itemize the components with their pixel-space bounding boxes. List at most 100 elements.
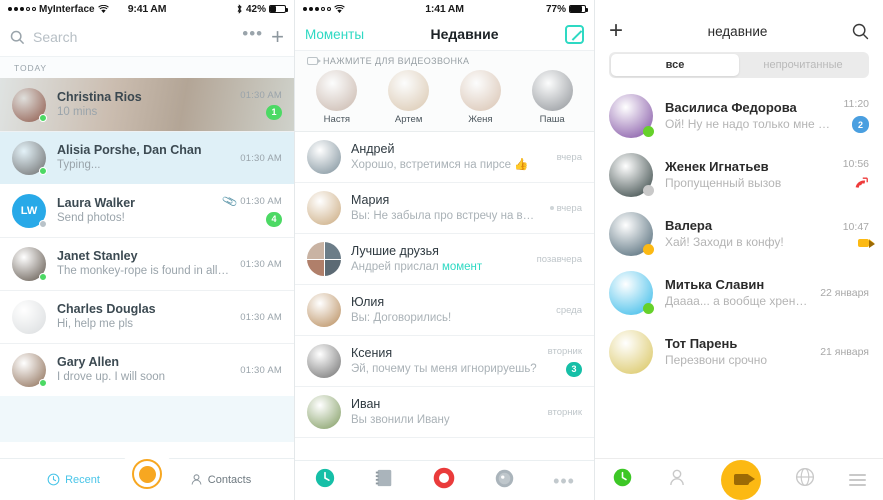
- search-input[interactable]: Search: [33, 29, 234, 45]
- bluetooth-icon: [237, 4, 242, 14]
- more-options-button[interactable]: •••: [242, 25, 263, 45]
- video-call-person[interactable]: Настя: [308, 70, 366, 125]
- chat-list-item[interactable]: Иван Вы звонили Ивану вторник: [295, 387, 594, 438]
- avatar[interactable]: [609, 152, 654, 197]
- unread-badge: 4: [266, 211, 282, 227]
- video-call-person[interactable]: Артем: [380, 70, 438, 125]
- presence-dot: [643, 302, 654, 314]
- search-icon[interactable]: [852, 23, 869, 40]
- tab-recent[interactable]: [612, 467, 633, 493]
- avatar[interactable]: [609, 329, 653, 374]
- chat-preview: Вы звонили Ивану: [351, 414, 450, 426]
- tab-more[interactable]: •••: [553, 472, 575, 490]
- chat-list-item[interactable]: Женек Игнатьев Пропущенный вызов 10:56: [595, 145, 883, 204]
- chat-name: Митька Славин: [665, 276, 765, 292]
- status-time: 9:41 AM: [127, 3, 167, 15]
- chat-list-item[interactable]: Тот Парень Перезвони срочно 21 января: [595, 322, 883, 381]
- chat-preview: Typing...: [57, 159, 101, 171]
- chat-list-item[interactable]: Janet Stanley The monkey-rope is found in…: [0, 237, 294, 290]
- chat-preview: Андрей прислал момент: [351, 261, 483, 273]
- chat-list-item[interactable]: Лучшие друзья Андрей прислал момент позавч…: [295, 234, 594, 285]
- avatar[interactable]: [531, 70, 573, 111]
- avatar[interactable]: [307, 140, 341, 174]
- chat-list-item[interactable]: Валера Хай! Заходи в конфу! 10:47: [595, 204, 883, 263]
- chat-list-item[interactable]: Gary Allen I drove up. I will soon 01:30 A…: [0, 343, 294, 396]
- tab-contacts[interactable]: [667, 467, 687, 493]
- chat-name: Gary Allen: [57, 355, 120, 369]
- chat-list-item[interactable]: Юлия Вы: Договорились! среда: [295, 285, 594, 336]
- attachment-icon: 📎: [221, 193, 239, 210]
- plus-icon[interactable]: +: [609, 19, 623, 43]
- video-fab-button[interactable]: [721, 459, 761, 500]
- video-call-header: НАЖМИТЕ ДЛЯ ВИДЕОЗВОНКА: [295, 56, 594, 70]
- avatar[interactable]: [307, 395, 341, 429]
- segment-unread[interactable]: непрочитанные: [739, 54, 867, 76]
- tab-notebook[interactable]: [374, 467, 394, 494]
- segmented-control[interactable]: все непрочитанные: [609, 52, 869, 78]
- search-bar-left[interactable]: Search ••• +: [0, 18, 294, 56]
- video-call-person[interactable]: Женя: [451, 70, 509, 125]
- avatar[interactable]: [609, 93, 654, 138]
- phone-screen-right: + недавние все непрочитанные Василиса Фе…: [595, 0, 883, 500]
- avatar[interactable]: LW: [12, 193, 47, 228]
- new-chat-button[interactable]: +: [271, 26, 284, 48]
- chat-time: 11:20: [843, 98, 870, 110]
- menu-icon[interactable]: [849, 473, 866, 486]
- presence-dot: [39, 273, 47, 281]
- chat-preview: Вы: Договорились!: [351, 312, 452, 324]
- signal-icon: [303, 7, 331, 11]
- avatar[interactable]: [12, 300, 46, 334]
- video-call-strip: НАЖМИТЕ ДЛЯ ВИДЕОЗВОНКА Настя Артем Женя Па…: [295, 50, 594, 132]
- chat-name: Юлия: [351, 295, 385, 309]
- tab-record[interactable]: [432, 466, 456, 495]
- video-call-person-name: Паша: [539, 114, 565, 125]
- avatar[interactable]: [307, 344, 341, 378]
- search-icon: [10, 30, 25, 44]
- chat-list-item[interactable]: Christina Rios 10 mins 01:30 AM 1: [0, 78, 294, 131]
- avatar[interactable]: [609, 211, 654, 256]
- chat-list-item[interactable]: LW Laura Walker Send photos! 📎 01:30 AM 4: [0, 184, 294, 237]
- video-call-person[interactable]: Паша: [523, 70, 581, 125]
- chat-list-item[interactable]: Ксения Эй, почему ты меня игнорируешь? вто…: [295, 336, 594, 387]
- chat-list-item[interactable]: Мария Вы: Не забыла про встречу на выходн…: [295, 183, 594, 234]
- chat-time: вторник: [547, 406, 582, 418]
- three-phone-screens: MyInterface 9:41 AM 42% Search ••• + TOD…: [0, 0, 883, 500]
- compose-icon[interactable]: [565, 24, 584, 44]
- presence-dot: [39, 219, 47, 228]
- avatar[interactable]: [459, 70, 501, 111]
- tab-globe[interactable]: [795, 467, 815, 492]
- avatar[interactable]: [12, 141, 47, 175]
- tab-recents[interactable]: [314, 467, 336, 494]
- tab-contacts[interactable]: Contacts: [147, 473, 294, 486]
- avatar[interactable]: [12, 247, 47, 281]
- avatar[interactable]: [609, 270, 654, 315]
- person-icon: [191, 474, 202, 485]
- highlight-word: момент: [441, 261, 483, 273]
- avatar[interactable]: [307, 191, 341, 225]
- missed-call-icon: [855, 177, 868, 188]
- chat-name: Janet Stanley: [57, 249, 138, 263]
- tab-compass[interactable]: [494, 468, 515, 494]
- chat-name: Андрей: [351, 142, 395, 156]
- chat-list-item[interactable]: Андрей Хорошо, встретимся на пирсе 👍 вчера: [295, 132, 594, 183]
- avatar[interactable]: [307, 242, 341, 276]
- chat-list-item[interactable]: Alisia Porshe, Dan Chan Typing... 01:30 AM: [0, 131, 294, 184]
- chat-list-item[interactable]: Митька СлавинДааaa... а вообще хрен его …: [595, 263, 883, 322]
- segment-all[interactable]: все: [611, 54, 739, 76]
- avatar[interactable]: [388, 70, 430, 111]
- presence-dot: [39, 113, 47, 122]
- chat-list-item[interactable]: Василиса Федорова Ой! Ну не надо только м…: [595, 86, 883, 145]
- back-to-moments-button[interactable]: Моменты: [305, 27, 364, 42]
- status-bar-middle: 1:41 AM 77%: [295, 0, 594, 18]
- avatar[interactable]: [12, 353, 47, 387]
- call-fab-button[interactable]: [125, 452, 169, 496]
- avatar[interactable]: [12, 87, 47, 122]
- call-fab-icon: [132, 459, 162, 489]
- avatar[interactable]: [307, 293, 341, 327]
- chat-list-item[interactable]: Charles Douglas Hi, help me pls 01:30 AM: [0, 290, 294, 343]
- presence-dot: [643, 125, 654, 137]
- tab-recent-label: Recent: [65, 473, 100, 486]
- avatar[interactable]: [316, 70, 358, 111]
- chat-name: Alisia Porshe, Dan Chan: [57, 143, 202, 157]
- status-bar-left: MyInterface 9:41 AM 42%: [0, 0, 294, 18]
